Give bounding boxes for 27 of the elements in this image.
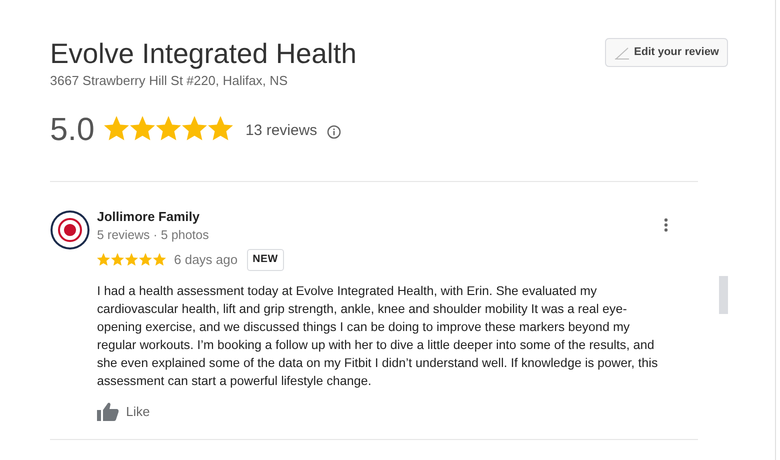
review-count: 13 reviews bbox=[245, 121, 318, 142]
info-icon[interactable] bbox=[327, 124, 342, 138]
pencil-icon bbox=[614, 46, 630, 60]
thumbs-up-icon bbox=[97, 402, 119, 421]
like-button[interactable]: Like bbox=[97, 402, 150, 421]
star-icon bbox=[208, 116, 234, 141]
avatar[interactable] bbox=[50, 210, 90, 250]
more-options-icon[interactable] bbox=[664, 218, 668, 232]
star-icon bbox=[104, 116, 130, 141]
star-icon bbox=[111, 253, 124, 266]
new-badge: NEW bbox=[246, 248, 284, 270]
star-icon bbox=[97, 253, 110, 266]
reviewer-name[interactable]: Jollimore Family bbox=[97, 206, 209, 226]
star-icon bbox=[156, 116, 182, 141]
place-address: 3667 Strawberry Hill St #220, Halifax, NS bbox=[50, 72, 289, 90]
edit-review-button[interactable]: Edit your review bbox=[605, 38, 728, 67]
place-title: Evolve Integrated Health bbox=[50, 38, 357, 70]
star-icon bbox=[153, 253, 166, 266]
review-time: 6 days ago bbox=[174, 250, 238, 269]
review-text: I had a health assessment today at Evolve Integrated Health, with Erin. She evaluated my cardiovascular health, lift and grip strength, ankle, knee and shoulder mobility It was a real eye-opening exercise, and we discussed things I can be doing to improve these markers beyond my regular workouts. I’m booking a follow up with her to dive a little deeper into some of the results, and she even explained some of the data on my Fitbit I didn’t understand well. If knowledge is power, this assessment can start a powerful lifestyle change. bbox=[97, 282, 659, 390]
reviewer-meta: 5 reviews · 5 photos bbox=[97, 227, 209, 244]
scrollbar-thumb[interactable] bbox=[719, 276, 728, 314]
star-icon bbox=[139, 253, 152, 266]
rating-value: 5.0 bbox=[50, 110, 94, 148]
star-icon bbox=[125, 253, 138, 266]
star-icon bbox=[130, 116, 156, 141]
star-icon bbox=[182, 116, 208, 141]
